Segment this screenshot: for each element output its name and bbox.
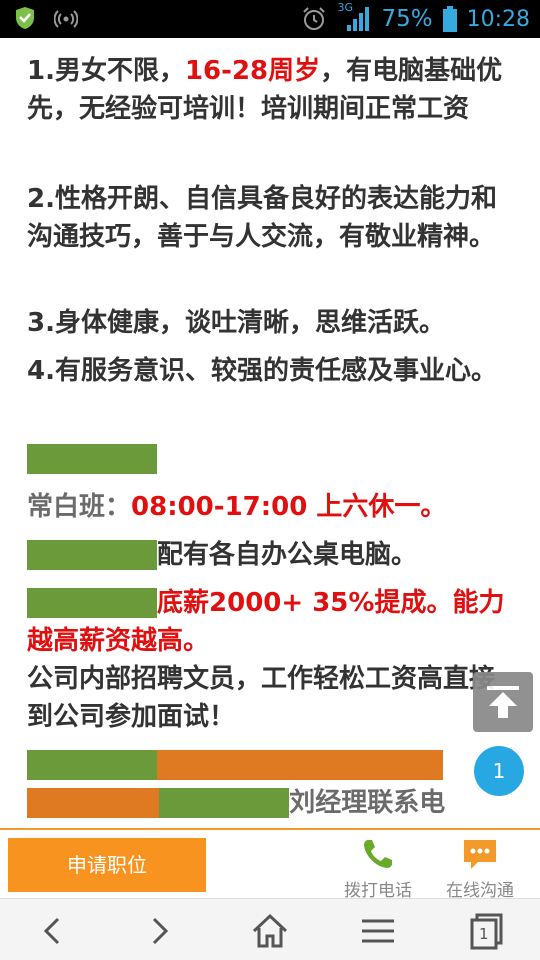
office-environment: 办公环境：配有各自办公桌电脑。	[27, 540, 418, 570]
alarm-icon	[303, 7, 326, 30]
scroll-to-top-button[interactable]	[473, 672, 533, 732]
home-button[interactable]	[250, 911, 290, 951]
signal-icon: 3G	[337, 1, 371, 33]
apply-job-button[interactable]: 申请职位	[8, 838, 206, 892]
status-bar: 3G 75% 10:28	[0, 0, 540, 38]
tabs-button[interactable]: 1	[466, 911, 506, 951]
clock: 10:28	[466, 6, 530, 32]
online-chat-button[interactable]: 在线沟通	[435, 836, 525, 901]
tabs-count: 1	[479, 925, 489, 943]
phone-icon	[364, 840, 392, 868]
work-time-label: 工作时间：	[27, 444, 158, 474]
chat-bubble-icon	[464, 840, 496, 869]
requirement-3: 3.身体健康，谈吐清晰，思维活跃。	[27, 308, 445, 338]
arrow-up-icon	[487, 686, 519, 718]
shield-icon	[16, 7, 34, 29]
salary: 薪资待遇：底薪2000+ 35%提成。能力越高薪资越高。	[27, 588, 505, 656]
home-icon	[252, 913, 288, 948]
wifi-hotspot-icon	[54, 10, 78, 28]
action-bar: 申请职位 拨打电话 在线沟通	[0, 828, 540, 901]
battery-icon	[442, 6, 457, 32]
chevron-right-icon	[152, 917, 169, 945]
age-range: 16-28周岁	[184, 56, 321, 86]
chevron-left-icon	[43, 917, 60, 945]
job-description: 1.男女不限，16-28周岁，有电脑基础优先，无经验可培训！培训期间正常工资 2…	[0, 38, 540, 828]
menu-button[interactable]	[358, 911, 398, 951]
call-button[interactable]: 拨打电话	[333, 836, 423, 901]
menu-icon	[362, 919, 394, 943]
work-time: 常白班：08:00-17:00 上六休一。	[27, 492, 447, 522]
battery-percentage: 75%	[381, 6, 433, 32]
back-button[interactable]	[32, 911, 72, 951]
work-address: 工作地址：江苏省苏州市高新区金枫 路216号。联系电话：刘经理联系电	[27, 750, 446, 818]
requirement-2: 2.性格开朗、自信具备良好的表达能力和沟通技巧，善于与人交流，有敬业精神。	[27, 184, 497, 252]
notification-badge[interactable]: 1	[474, 746, 524, 796]
forward-button[interactable]	[140, 911, 180, 951]
requirement-1: 1.男女不限，16-28周岁，有电脑基础优先，无经验可培训！培训期间正常工资	[27, 56, 503, 124]
recruit-notice: 公司内部招聘文员，工作轻松工资高直接到公司参加面试！	[27, 664, 496, 732]
requirement-4: 4.有服务意识、较强的责任感及事业心。	[27, 356, 497, 386]
browser-nav-bar: 1	[0, 898, 540, 960]
